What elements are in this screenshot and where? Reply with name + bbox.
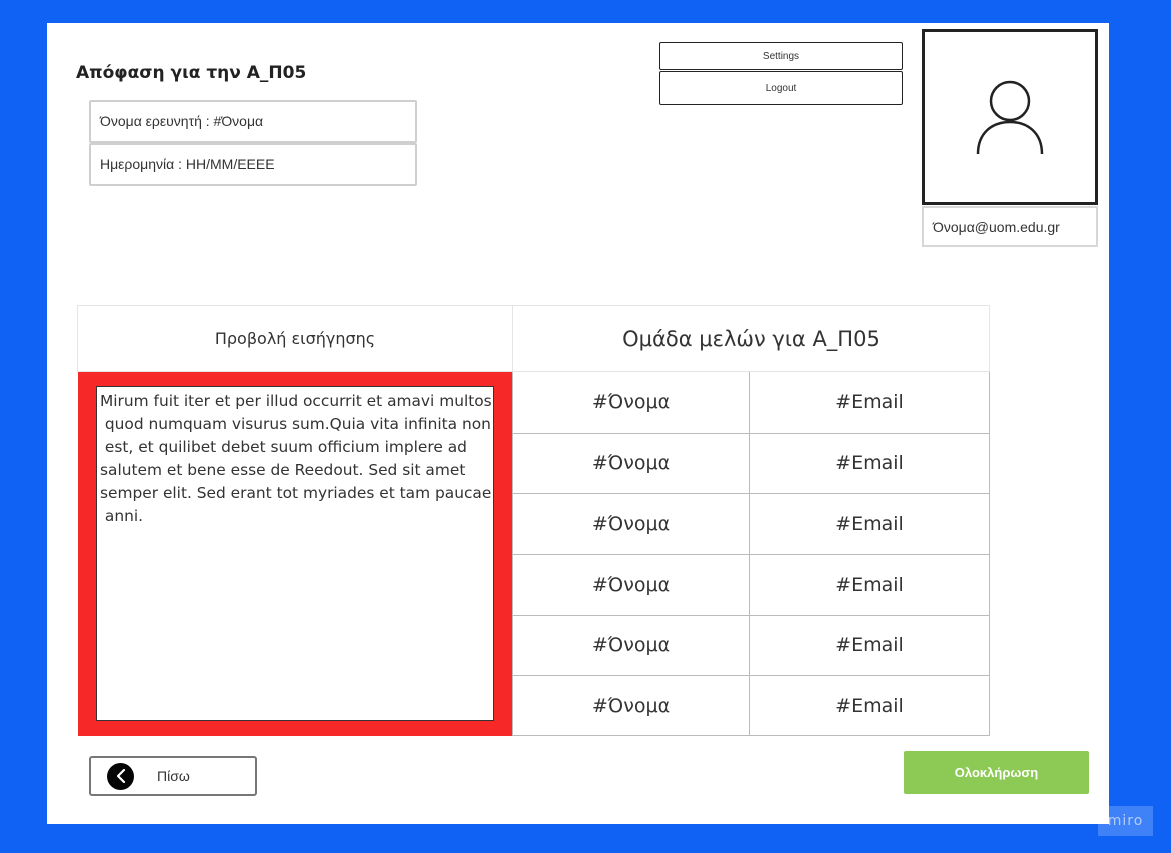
chevron-left-icon (107, 762, 134, 790)
finish-button[interactable]: Ολοκλήρωση (904, 751, 1089, 794)
member-email: #Email (835, 391, 904, 414)
avatar (922, 29, 1098, 205)
member-name: #Όνομα (513, 433, 750, 494)
table-row: #Όνομα #Email (513, 553, 989, 615)
settings-button[interactable]: Settings (659, 42, 903, 70)
member-name: #Όνομα (513, 554, 750, 615)
back-button[interactable]: Πίσω (89, 756, 257, 796)
member-name: #Όνομα (513, 372, 750, 433)
page-title: Απόφαση για την Α_Π05 (76, 63, 307, 83)
researcher-name-field: Όνομα ερευνητή : #Όνομα (89, 100, 417, 143)
date-field: Ημερομηνία : ΗΗ/ΜΜ/ΕΕΕΕ (89, 143, 417, 186)
table-row: #Όνομα #Email (513, 432, 989, 494)
proposal-panel: Mirum fuit iter et per illud occurrit et… (78, 372, 513, 736)
member-email: #Email (835, 695, 904, 718)
members-header: Ομάδα μελών για Α_Π05 (512, 305, 990, 372)
user-icon (976, 80, 1044, 155)
table-row: #Όνομα #Email (513, 675, 989, 736)
table-row: #Όνομα #Email (513, 614, 989, 676)
member-email: #Email (835, 573, 904, 596)
proposal-text: Mirum fuit iter et per illud occurrit et… (96, 386, 494, 721)
logout-button[interactable]: Logout (659, 71, 903, 105)
profile-email: Όνομα@uom.edu.gr (922, 206, 1098, 247)
proposal-header: Προβολή εισήγησης (77, 305, 513, 372)
member-email: #Email (835, 634, 904, 657)
member-name: #Όνομα (513, 494, 750, 554)
table-row: #Όνομα #Email (513, 493, 989, 554)
member-email: #Email (835, 452, 904, 475)
miro-watermark: miro (1098, 806, 1153, 836)
back-button-label: Πίσω (157, 768, 190, 784)
member-name: #Όνομα (513, 615, 750, 676)
table-row: #Όνομα #Email (513, 372, 989, 433)
members-table: #Όνομα #Email #Όνομα #Email #Όνομα #Emai… (512, 372, 990, 736)
member-name: #Όνομα (513, 676, 750, 736)
member-email: #Email (835, 513, 904, 536)
main-frame: Απόφαση για την Α_Π05 Όνομα ερευνητή : #… (47, 23, 1109, 824)
